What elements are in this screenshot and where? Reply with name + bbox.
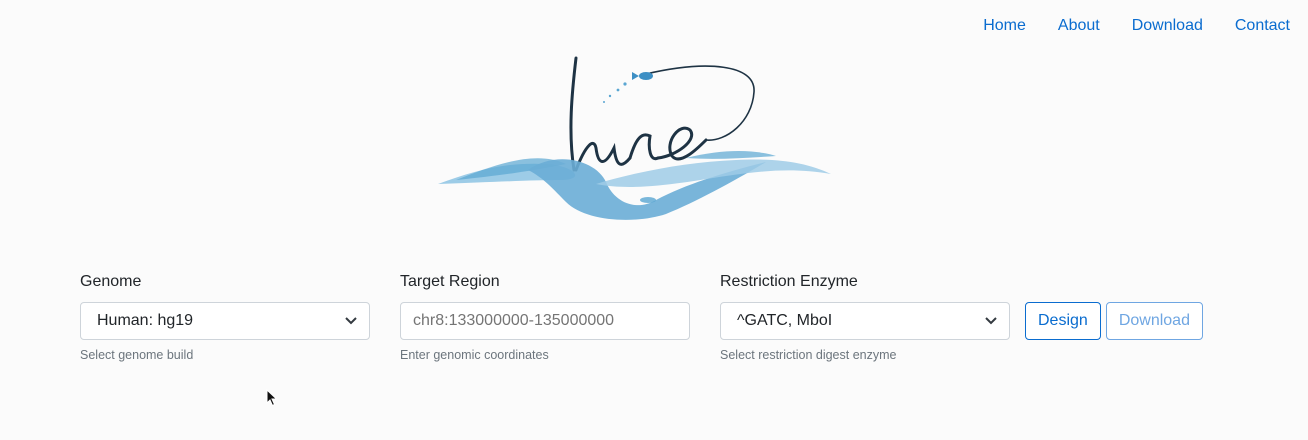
genome-field: Genome Human: hg19 Select genome build (80, 272, 370, 363)
design-form: Genome Human: hg19 Select genome build T… (80, 272, 1203, 363)
lure-logo (436, 52, 836, 227)
target-region-input-wrap (400, 302, 690, 340)
target-region-field: Target Region Enter genomic coordinates (400, 272, 690, 363)
chevron-down-icon (345, 315, 357, 327)
genome-help-text: Select genome build (80, 348, 194, 362)
enzyme-label: Restriction Enzyme (720, 273, 858, 290)
target-region-input[interactable] (413, 303, 677, 339)
nav-download-link[interactable]: Download (1116, 16, 1219, 36)
nav-home-link[interactable]: Home (967, 16, 1042, 36)
chevron-down-icon (985, 315, 997, 327)
top-nav: Home About Download Contact (967, 16, 1290, 36)
enzyme-select-value: ^GATC, MboI (737, 312, 833, 329)
enzyme-select[interactable]: ^GATC, MboI (720, 302, 1010, 340)
mouse-pointer-icon (266, 388, 278, 412)
nav-about-link[interactable]: About (1042, 16, 1116, 36)
genome-select[interactable]: Human: hg19 (80, 302, 370, 340)
enzyme-help-text: Select restriction digest enzyme (720, 348, 897, 362)
action-buttons: Design Download (1025, 302, 1203, 340)
enzyme-field: Restriction Enzyme ^GATC, MboI Select re… (720, 272, 1010, 363)
lure-logo-icon (438, 56, 831, 220)
target-region-help-text: Enter genomic coordinates (400, 348, 549, 362)
design-button[interactable]: Design (1025, 302, 1101, 340)
genome-select-value: Human: hg19 (97, 312, 194, 329)
download-button[interactable]: Download (1105, 302, 1203, 340)
nav-contact-link[interactable]: Contact (1219, 16, 1290, 36)
target-region-label: Target Region (400, 273, 500, 290)
genome-label: Genome (80, 273, 142, 290)
